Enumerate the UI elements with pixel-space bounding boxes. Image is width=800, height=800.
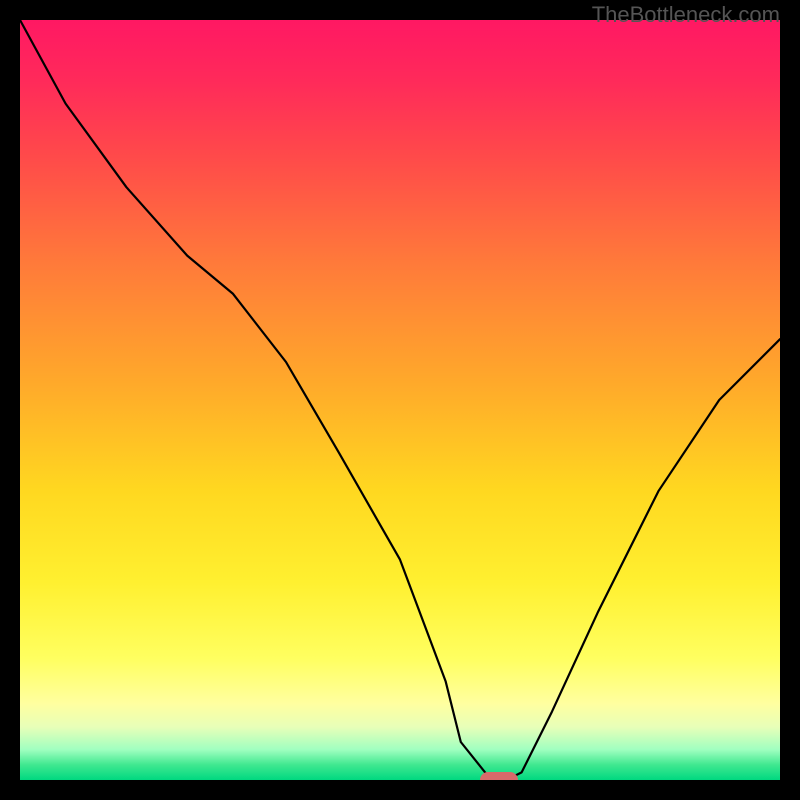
plot-area	[20, 20, 780, 780]
watermark-text: TheBottleneck.com	[592, 2, 780, 28]
bottleneck-curve	[20, 20, 780, 780]
optimal-marker	[480, 772, 518, 780]
curve-overlay	[20, 20, 780, 780]
